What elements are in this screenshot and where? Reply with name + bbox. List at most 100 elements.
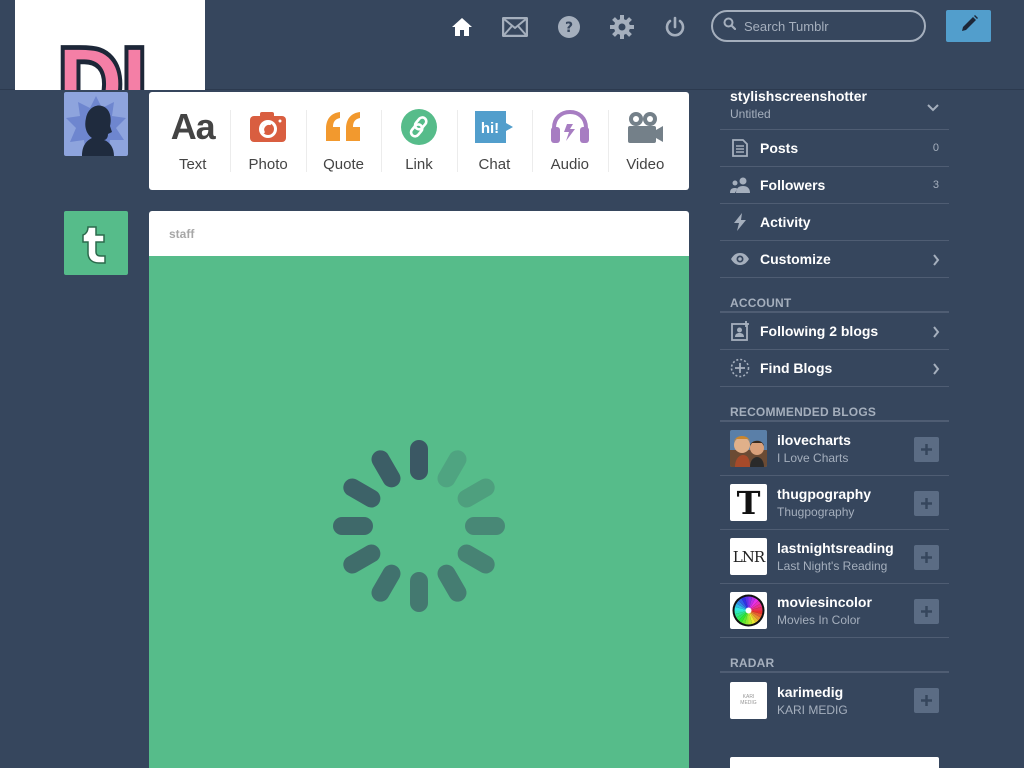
post-quote-button[interactable]: Quote [305, 92, 381, 190]
loading-spinner [333, 440, 505, 612]
followers-icon [730, 175, 750, 195]
headphones-icon [550, 108, 590, 146]
compose-button[interactable] [946, 10, 991, 42]
posts-icon [730, 138, 750, 158]
post-type-label: Quote [323, 156, 364, 173]
settings-icon[interactable] [605, 12, 639, 42]
sidebar-item-posts[interactable]: Posts 0 [720, 130, 949, 167]
video-camera-icon [626, 108, 664, 146]
blog-avatar: T [730, 484, 767, 521]
post-type-label: Text [178, 156, 207, 173]
follow-button[interactable] [914, 545, 939, 570]
post-chat-button[interactable]: hi! Chat [456, 92, 532, 190]
search-input[interactable] [744, 18, 914, 34]
text-icon: Aa [170, 106, 216, 147]
lightning-icon [730, 212, 750, 232]
logo-lettering: DL [53, 27, 174, 90]
post-photo-button[interactable]: Photo [230, 92, 305, 190]
sidebar-item-find-blogs[interactable]: Find Blogs [720, 350, 949, 387]
spinner-segment [457, 544, 495, 574]
user-avatar[interactable] [64, 92, 128, 156]
recommended-blog[interactable]: LNR lastnightsreading Last Night's Readi… [720, 530, 949, 584]
post-audio-button[interactable]: Audio [532, 92, 607, 190]
spinner-segment [343, 544, 381, 574]
staff-avatar[interactable] [64, 211, 128, 275]
blog-logo[interactable]: DL [15, 0, 205, 90]
post-author[interactable]: staff [149, 211, 689, 256]
follow-button[interactable] [914, 599, 939, 624]
spinner-segment [371, 450, 401, 488]
spinner-segment [410, 572, 428, 612]
blog-name: stylishscreenshotter [730, 88, 867, 104]
sidebar-item-label: Customize [760, 251, 831, 267]
search-icon [723, 17, 737, 35]
radar-blog[interactable]: KARI MEDIG karimedig KARI MEDIG [720, 673, 949, 727]
avatar-lettering: LNR [732, 547, 765, 566]
chevron-right-icon [932, 325, 940, 343]
sidebar-item-followers[interactable]: Followers 3 [720, 167, 949, 204]
plus-icon [921, 552, 932, 563]
post-type-label: Chat [478, 156, 511, 173]
top-bar: DL ? [0, 0, 1024, 90]
radar-post-preview[interactable] [730, 757, 939, 768]
plus-icon [921, 444, 932, 455]
blog-title: Last Night's Reading [777, 559, 888, 573]
blog-title: I Love Charts [777, 451, 849, 465]
blog-title: Movies In Color [777, 613, 861, 627]
blog-name: moviesincolor [777, 594, 872, 610]
sidebar-item-following[interactable]: Following 2 blogs [720, 313, 949, 350]
find-blogs-icon [730, 358, 750, 378]
post-type-label: Video [626, 156, 665, 173]
blog-name: thugpography [777, 486, 872, 502]
chevron-right-icon [932, 253, 940, 271]
post-video-button[interactable]: Video [607, 92, 683, 190]
posts-count: 0 [932, 142, 939, 154]
quote-icon [324, 108, 364, 146]
spinner-segment [437, 450, 467, 488]
recommended-blog[interactable]: T thugpography Thugpography [720, 476, 949, 530]
blog-name: ilovecharts [777, 432, 851, 448]
followers-count: 3 [932, 179, 939, 191]
avatar-lettering: KARI MEDIG [740, 693, 757, 707]
power-icon[interactable] [658, 12, 692, 42]
mail-icon[interactable] [498, 12, 532, 42]
post-text-button[interactable]: Aa Text [155, 92, 230, 190]
camera-icon [249, 108, 287, 146]
search-box[interactable] [711, 10, 926, 42]
blog-avatar [730, 430, 767, 467]
help-icon[interactable]: ? [552, 12, 586, 42]
follow-button[interactable] [914, 437, 939, 462]
chat-icon-text: hi! [481, 120, 499, 137]
link-icon [400, 108, 438, 146]
blog-name: karimedig [777, 683, 844, 700]
avatar-lettering: T [736, 484, 761, 521]
post-type-bar: Aa Text Photo Quote Link hi! Chat Audio [149, 92, 689, 190]
post-content-area [149, 256, 689, 768]
recommended-blog[interactable]: moviesincolor Movies In Color [720, 584, 949, 638]
chat-icon: hi! [474, 108, 514, 146]
blog-title: KARI MEDIG [777, 702, 848, 717]
blog-avatar: LNR [730, 538, 767, 575]
plus-icon [921, 695, 932, 706]
account-heading: ACCOUNT [720, 278, 949, 313]
sidebar-item-label: Following 2 blogs [760, 323, 879, 339]
sidebar-item-label: Activity [760, 214, 811, 230]
recommended-blog[interactable]: ilovecharts I Love Charts [720, 422, 949, 476]
blog-name: lastnightsreading [777, 540, 894, 556]
follow-button[interactable] [914, 688, 939, 713]
sidebar-item-label: Posts [760, 140, 799, 156]
sidebar-item-label: Followers [760, 177, 826, 193]
spinner-segment [465, 517, 505, 535]
following-icon [730, 321, 750, 341]
follow-button[interactable] [914, 491, 939, 516]
sidebar-item-activity[interactable]: Activity [720, 204, 949, 241]
post-link-button[interactable]: Link [381, 92, 456, 190]
spinner-segment [410, 440, 428, 480]
sidebar-item-customize[interactable]: Customize [720, 241, 949, 278]
spinner-segment [371, 564, 401, 602]
blog-switcher[interactable]: stylishscreenshotter Untitled [720, 88, 949, 130]
blog-title: Thugpography [777, 505, 855, 519]
home-icon[interactable] [445, 12, 479, 42]
sidebar-item-label: Find Blogs [760, 360, 833, 376]
blog-avatar: KARI MEDIG [730, 681, 767, 719]
